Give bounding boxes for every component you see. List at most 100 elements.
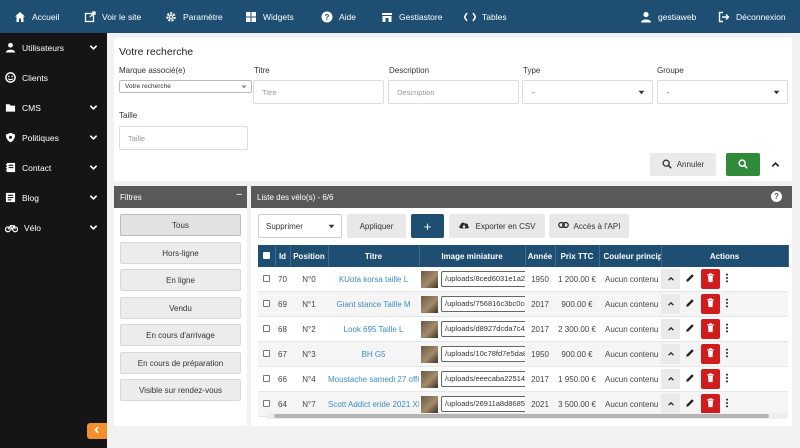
scrollbar-thumb[interactable] <box>274 414 769 418</box>
edit-button[interactable] <box>680 369 699 389</box>
row-checkbox[interactable] <box>263 299 270 307</box>
cell-titre-link[interactable]: BH G5 <box>328 341 419 367</box>
nav-parametre[interactable]: Paramètre <box>165 0 223 33</box>
delete-button[interactable] <box>701 394 720 414</box>
help-icon[interactable]: ? <box>771 191 782 202</box>
nav-aide[interactable]: ? Aide <box>321 0 356 33</box>
row-checkbox[interactable] <box>263 374 270 382</box>
sidebar-item-utilisateurs[interactable]: Utilisateurs <box>0 33 107 63</box>
nav-voir-site[interactable]: Voir le site <box>84 0 141 33</box>
filter-en-cours-arrivage[interactable]: En cours d'arrivage <box>120 324 241 346</box>
cell-titre-link[interactable]: Giant stance Taille M <box>328 291 419 317</box>
sidebar-item-blog[interactable]: Blog <box>0 183 107 213</box>
nav-accueil[interactable]: Accueil <box>14 0 59 33</box>
table-horizontal-scrollbar[interactable] <box>266 413 787 419</box>
description-input[interactable]: Description <box>388 80 519 104</box>
cell-titre-link[interactable]: Look 695 Taille L <box>328 316 419 342</box>
nav-logout[interactable]: Déconnexion <box>718 0 786 33</box>
delete-button[interactable] <box>701 294 720 314</box>
more-options-button[interactable] <box>720 319 734 339</box>
sidebar-item-label: Clients <box>22 73 48 83</box>
api-access-button[interactable]: Accès à l'API <box>549 214 629 238</box>
select-all-checkbox[interactable] <box>262 251 270 259</box>
sidebar-item-contact[interactable]: Contact <box>0 153 107 183</box>
delete-button[interactable] <box>701 269 720 289</box>
external-link-icon <box>84 10 96 23</box>
groupe-select[interactable]: - <box>657 80 788 104</box>
edit-button[interactable] <box>680 294 699 314</box>
sidebar-item-velo[interactable]: Vélo <box>0 213 107 243</box>
nav-accueil-label: Accueil <box>32 11 60 22</box>
delete-button[interactable] <box>701 369 720 389</box>
filter-visible-rendez-vous[interactable]: Visible sur rendez-vous <box>120 379 241 401</box>
type-select[interactable]: - <box>522 80 653 104</box>
column-header-position[interactable]: Position <box>290 245 329 267</box>
image-path-field[interactable]: /uploads/10c78fd7e5da8 <box>441 346 525 362</box>
row-checkbox[interactable] <box>263 399 270 407</box>
edit-button[interactable] <box>680 319 699 339</box>
row-checkbox[interactable] <box>263 324 270 332</box>
cell-titre-link[interactable]: Moustache samedi 27 off6 <box>328 366 419 392</box>
nav-tables[interactable]: Tables <box>464 0 507 33</box>
image-path-field[interactable]: /uploads/8ced6031e1a2d <box>441 271 525 287</box>
more-options-button[interactable] <box>720 294 734 314</box>
cell-titre-link[interactable]: KUota korsa taille L <box>328 267 419 292</box>
column-header-titre[interactable]: Titre <box>328 245 420 267</box>
minimize-filters-button[interactable]: – <box>236 189 242 200</box>
delete-button[interactable] <box>701 344 720 364</box>
delete-button[interactable] <box>701 319 720 339</box>
sidebar-item-politiques[interactable]: Politiques <box>0 123 107 153</box>
more-options-button[interactable] <box>720 369 734 389</box>
edit-button[interactable] <box>680 344 699 364</box>
search-button[interactable] <box>726 153 760 176</box>
chevron-down-icon <box>89 43 98 54</box>
nav-user[interactable]: gestiaweb <box>640 0 696 33</box>
filter-tous[interactable]: Tous <box>120 214 241 236</box>
image-path-field[interactable]: /uploads/756816c3bc0ce <box>441 296 525 312</box>
move-up-button[interactable] <box>661 394 680 414</box>
move-up-button[interactable] <box>661 369 680 389</box>
cancel-button[interactable]: Annuler <box>650 153 716 176</box>
nav-widgets[interactable]: Widgets <box>245 0 294 33</box>
sidebar-collapse-button[interactable] <box>87 423 107 439</box>
image-path-field[interactable]: /uploads/d8927dcda7c4a <box>441 321 525 337</box>
select-all-header[interactable] <box>258 245 276 267</box>
export-csv-button[interactable]: Exporter en CSV <box>449 214 545 238</box>
edit-button[interactable] <box>680 269 699 289</box>
vertical-dots-icon <box>725 398 729 410</box>
sidebar-item-cms[interactable]: CMS <box>0 93 107 123</box>
collapse-search-button[interactable] <box>768 158 782 172</box>
nav-gestiastore[interactable]: Gestiastore <box>381 0 442 33</box>
column-header-prix[interactable]: Prix TTC <box>555 245 600 267</box>
more-options-button[interactable] <box>720 344 734 364</box>
move-up-button[interactable] <box>661 344 680 364</box>
chevron-down-icon <box>89 223 98 234</box>
marque-select[interactable]: Votre recherche <box>119 80 252 93</box>
bulk-action-select[interactable]: Supprimer <box>258 214 342 238</box>
edit-button[interactable] <box>680 394 699 414</box>
column-header-image[interactable]: Image miniature <box>419 245 526 267</box>
trash-icon <box>706 398 715 410</box>
move-up-button[interactable] <box>661 294 680 314</box>
image-path-field[interactable]: /uploads/eeecaba22514b <box>441 371 525 387</box>
column-header-annee[interactable]: Année <box>525 245 556 267</box>
filter-vendu[interactable]: Vendu <box>120 297 241 319</box>
column-header-id[interactable]: Id <box>275 245 291 267</box>
nav-logout-label: Déconnexion <box>736 11 786 22</box>
sidebar-item-clients[interactable]: Clients <box>0 63 107 93</box>
more-options-button[interactable] <box>720 394 734 414</box>
apply-button[interactable]: Appliquer <box>347 214 406 238</box>
move-up-button[interactable] <box>661 319 680 339</box>
move-up-button[interactable] <box>661 269 680 289</box>
filter-hors-ligne[interactable]: Hors-ligne <box>120 242 241 264</box>
filter-en-ligne[interactable]: En ligne <box>120 269 241 291</box>
image-path-field[interactable]: /uploads/26911a8d8685e <box>441 396 525 412</box>
filter-en-cours-preparation[interactable]: En cours de préparation <box>120 352 241 374</box>
add-button[interactable]: + <box>411 214 444 238</box>
row-checkbox[interactable] <box>263 274 270 282</box>
taille-input[interactable]: Taille <box>119 126 248 150</box>
row-checkbox[interactable] <box>263 349 270 357</box>
more-options-button[interactable] <box>720 269 734 289</box>
titre-input[interactable]: Titre <box>253 80 384 104</box>
column-header-couleur[interactable]: Couleur principale <box>599 245 662 267</box>
